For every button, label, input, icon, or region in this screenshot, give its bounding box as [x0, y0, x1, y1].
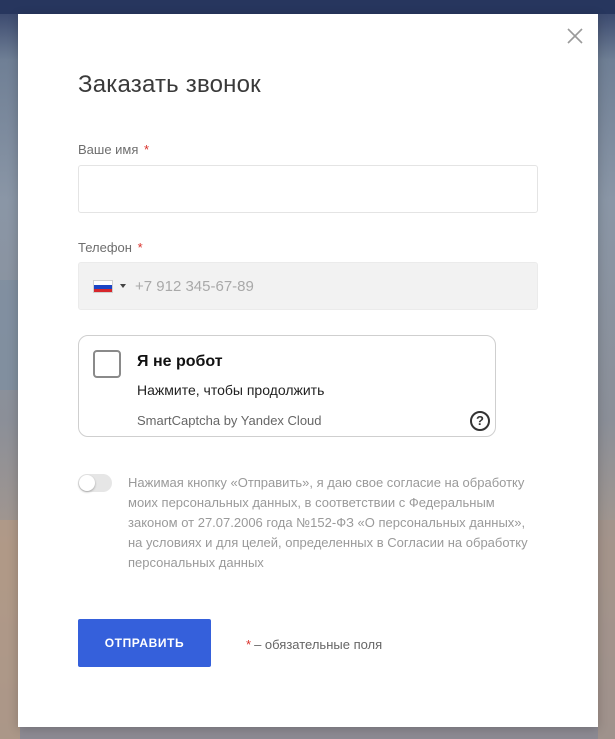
background-image-fragment [0, 280, 20, 390]
captcha-brand: SmartCaptcha by Yandex Cloud [137, 413, 322, 428]
required-asterisk: * [144, 142, 150, 157]
page-header-strip [0, 0, 615, 14]
required-asterisk: * [246, 637, 252, 652]
captcha-checkbox[interactable] [93, 350, 121, 378]
background-image-fragment [0, 520, 20, 739]
help-icon[interactable]: ? [470, 411, 490, 431]
captcha-title: Я не робот [137, 353, 223, 370]
required-note-text: – обязательные поля [254, 637, 383, 652]
phone-label: Телефон * [78, 240, 143, 255]
modal-title: Заказать звонок [78, 71, 261, 98]
country-select[interactable] [93, 280, 129, 294]
background-image-fragment [598, 520, 615, 739]
close-button[interactable] [565, 26, 585, 46]
caret-down-icon [120, 284, 126, 288]
name-label-text: Ваше имя [78, 142, 139, 157]
submit-button[interactable]: ОТПРАВИТЬ [78, 619, 211, 667]
captcha-subtitle: Нажмите, чтобы продолжить [137, 382, 325, 398]
required-asterisk: * [137, 240, 143, 255]
toggle-knob [79, 475, 95, 491]
name-label: Ваше имя * [78, 142, 149, 157]
consent-toggle[interactable] [78, 474, 112, 492]
callback-modal: Заказать звонок Ваше имя * Телефон * Я н… [18, 14, 598, 727]
name-field[interactable] [78, 165, 538, 213]
close-icon [567, 28, 583, 44]
phone-label-text: Телефон [78, 240, 132, 255]
captcha-widget: Я не робот Нажмите, чтобы продолжить Sma… [78, 335, 496, 437]
phone-field-wrapper [78, 262, 538, 310]
phone-field[interactable] [135, 263, 525, 309]
consent-text: Нажимая кнопку «Отправить», я даю свое с… [128, 475, 528, 570]
russia-flag-icon [93, 280, 113, 293]
required-fields-note: * – обязательные поля [246, 637, 382, 652]
